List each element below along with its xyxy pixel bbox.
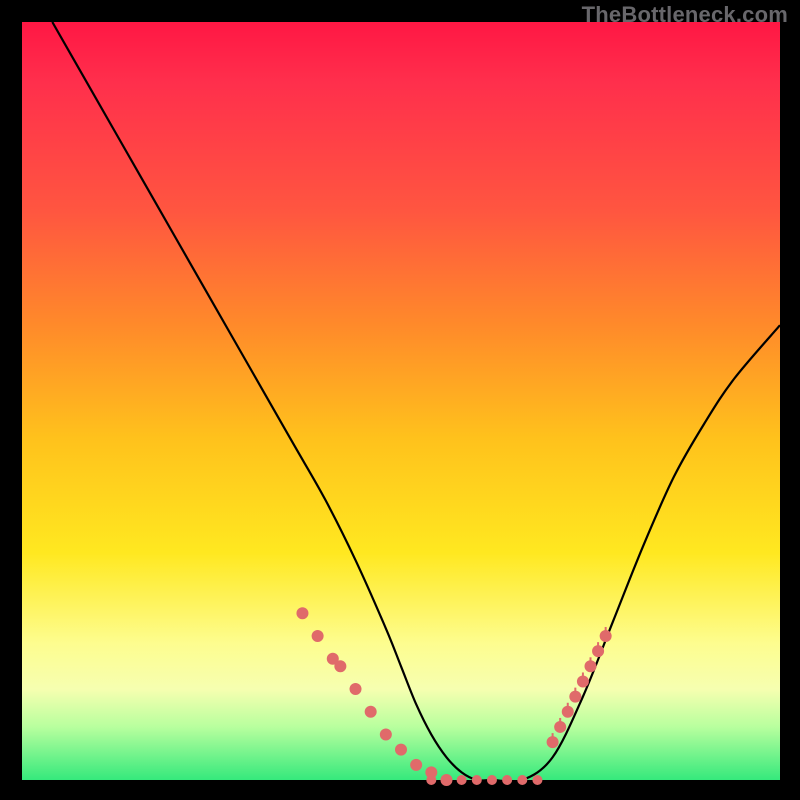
marker-dot: [380, 729, 392, 741]
bottleneck-curve: [52, 22, 780, 782]
marker-dot: [334, 660, 346, 672]
marker-dot: [502, 775, 512, 785]
marker-dot: [517, 775, 527, 785]
chart-svg: [22, 22, 780, 780]
markers-right-dots: [547, 630, 612, 748]
chart-frame: TheBottleneck.com: [0, 0, 800, 800]
marker-dot: [532, 775, 542, 785]
markers-left: [296, 607, 452, 786]
marker-dot: [441, 775, 451, 785]
marker-dot: [350, 683, 362, 695]
marker-dot: [395, 744, 407, 756]
watermark-text: TheBottleneck.com: [582, 2, 788, 28]
marker-dot: [472, 775, 482, 785]
marker-dot: [296, 607, 308, 619]
plot-area: [22, 22, 780, 780]
marker-dot: [312, 630, 324, 642]
marker-dot: [365, 706, 377, 718]
marker-dot: [457, 775, 467, 785]
marker-dot: [410, 759, 422, 771]
marker-dot: [426, 775, 436, 785]
marker-dot: [487, 775, 497, 785]
